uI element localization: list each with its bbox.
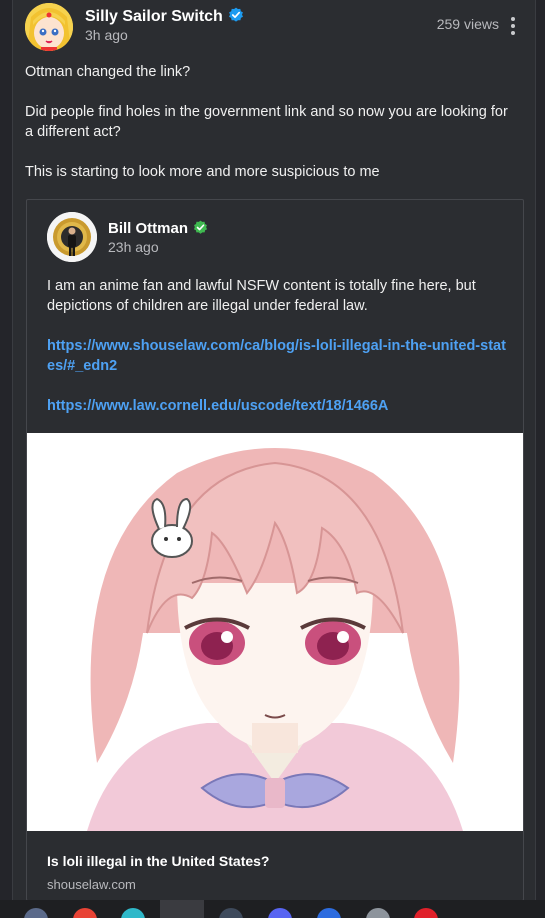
post-header: Silly Sailor Switch 3h ago 259 views (25, 3, 523, 51)
post-paragraph: Did people find holes in the government … (25, 104, 508, 140)
post-paragraph: Ottman changed the link? (25, 64, 191, 80)
chrome-icon[interactable] (73, 908, 97, 918)
post-timestamp[interactable]: 3h ago (85, 27, 128, 43)
edge-icon[interactable] (121, 908, 145, 918)
post-card: Silly Sailor Switch 3h ago 259 views Ott… (12, 0, 536, 901)
verified-check-icon (228, 7, 243, 22)
link-preview-domain: shouselaw.com (47, 877, 136, 892)
link-preview-title[interactable]: Is loli illegal in the United States? (47, 853, 269, 869)
app-icon[interactable] (366, 908, 390, 918)
link-preview-image[interactable] (27, 433, 523, 831)
app-icon[interactable] (160, 900, 204, 918)
steam-icon[interactable] (219, 908, 243, 918)
quoted-author-name-text[interactable]: Bill Ottman (108, 220, 188, 237)
quoted-link-cornell[interactable]: https://www.law.cornell.edu/uscode/text/… (47, 398, 388, 414)
taskbar (0, 900, 545, 918)
quoted-link-shouselaw[interactable]: https://www.shouselaw.com/ca/blog/is-lol… (47, 338, 506, 374)
opera-icon[interactable] (414, 908, 438, 918)
quoted-paragraph: I am an anime fan and lawful NSFW conten… (47, 278, 476, 314)
app-icon[interactable] (24, 908, 48, 918)
avatar-image (47, 212, 97, 262)
app-icon[interactable] (317, 908, 341, 918)
view-count: 259 views (436, 16, 499, 32)
discord-icon[interactable] (268, 908, 292, 918)
avatar-image (25, 3, 73, 51)
quoted-timestamp[interactable]: 23h ago (108, 239, 159, 255)
quoted-text: I am an anime fan and lawful NSFW conten… (47, 276, 509, 436)
quoted-post[interactable]: Bill Ottman 23h ago I am an anime fan an… (26, 199, 524, 901)
author-avatar[interactable] (25, 3, 73, 51)
anime-illustration (27, 433, 523, 831)
quoted-author-name[interactable]: Bill Ottman (108, 220, 208, 237)
quoted-author-avatar[interactable] (47, 212, 97, 262)
post-text: Ottman changed the link? Did people find… (25, 62, 515, 202)
author-name-text[interactable]: Silly Sailor Switch (85, 8, 223, 25)
author-name[interactable]: Silly Sailor Switch (85, 7, 244, 26)
post-paragraph: This is starting to look more and more s… (25, 164, 380, 180)
verified-check-icon (193, 220, 208, 234)
more-vertical-icon[interactable] (503, 15, 523, 37)
